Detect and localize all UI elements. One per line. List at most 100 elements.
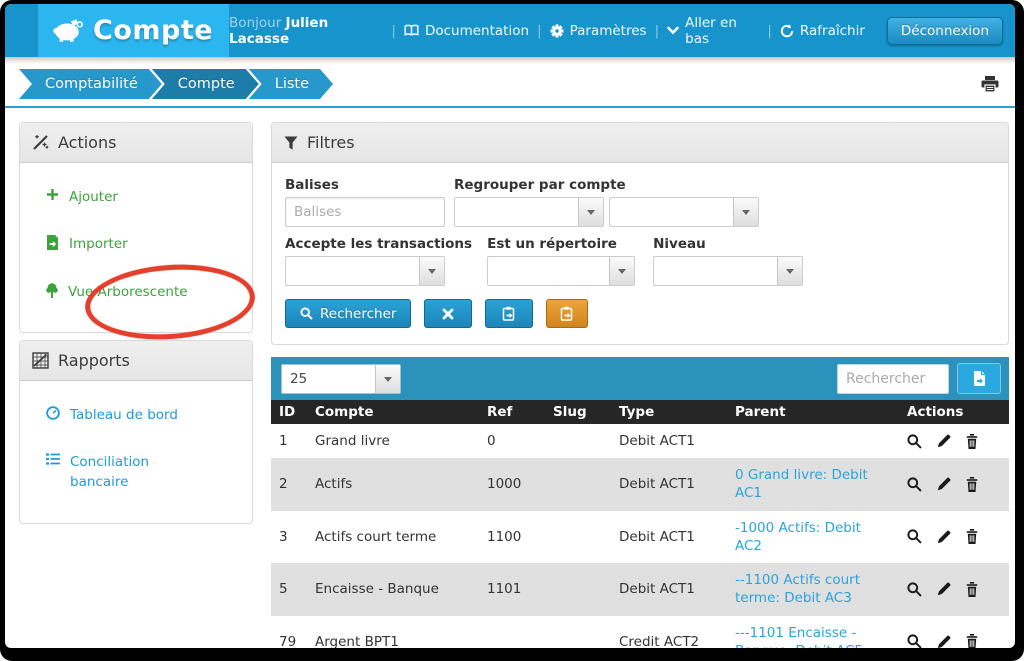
row-actions: [907, 434, 1001, 449]
regrouper-select-1[interactable]: [454, 197, 604, 227]
action-importer[interactable]: Importer: [46, 234, 211, 254]
accounts-table: 25: [271, 357, 1009, 648]
page-size-select[interactable]: 25: [281, 364, 401, 394]
table-row: 2 Actifs 1000 Debit ACT1 0 Grand livre: …: [271, 458, 1009, 510]
cell-compte: Grand livre: [307, 424, 479, 458]
copy-filter-button[interactable]: [485, 299, 533, 328]
table-row: 1 Grand livre 0 Debit ACT1: [271, 424, 1009, 458]
edit-icon[interactable]: [937, 434, 951, 448]
paste-filter-button[interactable]: [546, 299, 588, 328]
wand-icon: [32, 134, 49, 151]
action-vue-arborescente[interactable]: Vue Arborescente: [46, 282, 211, 302]
report-tableau-de-bord[interactable]: Tableau de bord: [46, 405, 211, 425]
balises-input[interactable]: [285, 197, 445, 227]
search-button[interactable]: Rechercher: [285, 299, 411, 328]
repertoire-select[interactable]: [487, 256, 635, 286]
caret-down-icon: [419, 257, 444, 285]
view-icon[interactable]: [907, 582, 922, 597]
breadcrumb-bar: Comptabilité Compte Liste: [5, 64, 1015, 104]
table-search-input[interactable]: [837, 364, 949, 394]
cell-id: 3: [271, 511, 307, 563]
delete-icon[interactable]: [966, 582, 978, 597]
row-actions: [907, 634, 1001, 648]
accepte-select[interactable]: [285, 256, 445, 286]
nav-parametres[interactable]: Paramètres: [550, 23, 647, 39]
col-ref[interactable]: Ref: [479, 400, 545, 424]
breadcrumb-liste[interactable]: Liste: [249, 69, 333, 99]
parent-link[interactable]: -1000 Actifs: Debit AC2: [735, 520, 861, 554]
caret-down-icon: [609, 257, 634, 285]
edit-icon[interactable]: [937, 582, 951, 596]
cell-ref: [479, 616, 545, 648]
file-export-icon: [973, 371, 986, 386]
cell-type: Debit ACT1: [611, 424, 727, 458]
reports-panel: Rapports Tableau de bord: [19, 340, 253, 524]
export-button[interactable]: [957, 363, 1001, 394]
refresh-icon: [780, 24, 794, 38]
view-icon[interactable]: [907, 477, 922, 492]
list-icon: [46, 453, 60, 465]
parent-link[interactable]: --1100 Actifs court terme: Debit AC3: [735, 572, 860, 606]
nav-aller-en-bas[interactable]: Aller en bas: [667, 15, 759, 47]
app-logo[interactable]: Compte: [38, 4, 229, 57]
table-row: 3 Actifs court terme 1100 Debit ACT1 -10…: [271, 511, 1009, 563]
cell-compte: Argent BPT1: [307, 616, 479, 648]
col-slug[interactable]: Slug: [545, 400, 611, 424]
logout-button[interactable]: Déconnexion: [887, 17, 1003, 45]
actions-panel-header: Actions: [20, 123, 252, 163]
actions-panel-title: Actions: [58, 133, 116, 152]
book-icon: [404, 24, 419, 37]
cell-compte: Actifs court terme: [307, 511, 479, 563]
view-icon[interactable]: [907, 434, 922, 449]
edit-icon[interactable]: [937, 530, 951, 544]
actions-panel-body: Ajouter Importer: [20, 163, 252, 332]
delete-icon[interactable]: [966, 434, 978, 449]
col-type[interactable]: Type: [611, 400, 727, 424]
view-icon[interactable]: [907, 634, 922, 648]
delete-icon[interactable]: [966, 477, 978, 492]
chart-icon: [32, 352, 49, 369]
dashboard-icon: [46, 406, 60, 420]
parent-link[interactable]: ---1101 Encaisse - Banque: Debit AC5: [735, 625, 863, 648]
niveau-select[interactable]: [653, 256, 803, 286]
edit-icon[interactable]: [937, 635, 951, 648]
report-conciliation-bancaire[interactable]: Conciliation bancaire: [46, 452, 211, 493]
cell-compte: Encaisse - Banque: [307, 563, 479, 615]
funnel-icon: [284, 136, 298, 150]
cell-ref: 1000: [479, 458, 545, 510]
print-icon[interactable]: [981, 76, 999, 93]
clipboard-icon: [560, 306, 574, 321]
header-shadow: [5, 57, 1015, 64]
edit-icon[interactable]: [937, 477, 951, 491]
filters-panel: Filtres Balises Regrouper par compte: [271, 122, 1009, 345]
filters-panel-title: Filtres: [307, 133, 355, 152]
col-compte[interactable]: Compte: [307, 400, 479, 424]
cell-slug: [545, 458, 611, 510]
cell-slug: [545, 424, 611, 458]
caret-down-icon: [733, 198, 758, 226]
delete-icon[interactable]: [966, 634, 978, 648]
greeting: Bonjour Julien Lacasse: [229, 15, 383, 47]
action-ajouter[interactable]: Ajouter: [46, 187, 211, 207]
col-parent[interactable]: Parent: [727, 400, 899, 424]
view-icon[interactable]: [907, 529, 922, 544]
accounts-table-grid: ID Compte Ref Slug Type Parent Actions 1: [271, 400, 1009, 648]
delete-icon[interactable]: [966, 529, 978, 544]
col-id[interactable]: ID: [271, 400, 307, 424]
nav-separator: |: [655, 23, 660, 39]
app-title: Compte: [93, 15, 213, 46]
breadcrumb-comptabilite[interactable]: Comptabilité: [19, 69, 162, 99]
cell-ref: 1100: [479, 511, 545, 563]
repertoire-label: Est un répertoire: [487, 236, 635, 252]
nav-documentation[interactable]: Documentation: [404, 23, 529, 39]
nav-rafraichir[interactable]: Rafraîchir: [780, 23, 865, 39]
cell-compte: Actifs: [307, 458, 479, 510]
breadcrumb-compte[interactable]: Compte: [152, 69, 259, 99]
regrouper-select-2[interactable]: [609, 197, 759, 227]
reports-panel-title: Rapports: [58, 351, 130, 370]
parent-link[interactable]: 0 Grand livre: Debit AC1: [735, 467, 868, 501]
balises-label: Balises: [285, 177, 445, 193]
cell-ref: 1101: [479, 563, 545, 615]
clear-filters-button[interactable]: [424, 299, 472, 328]
cell-type: Debit ACT1: [611, 511, 727, 563]
